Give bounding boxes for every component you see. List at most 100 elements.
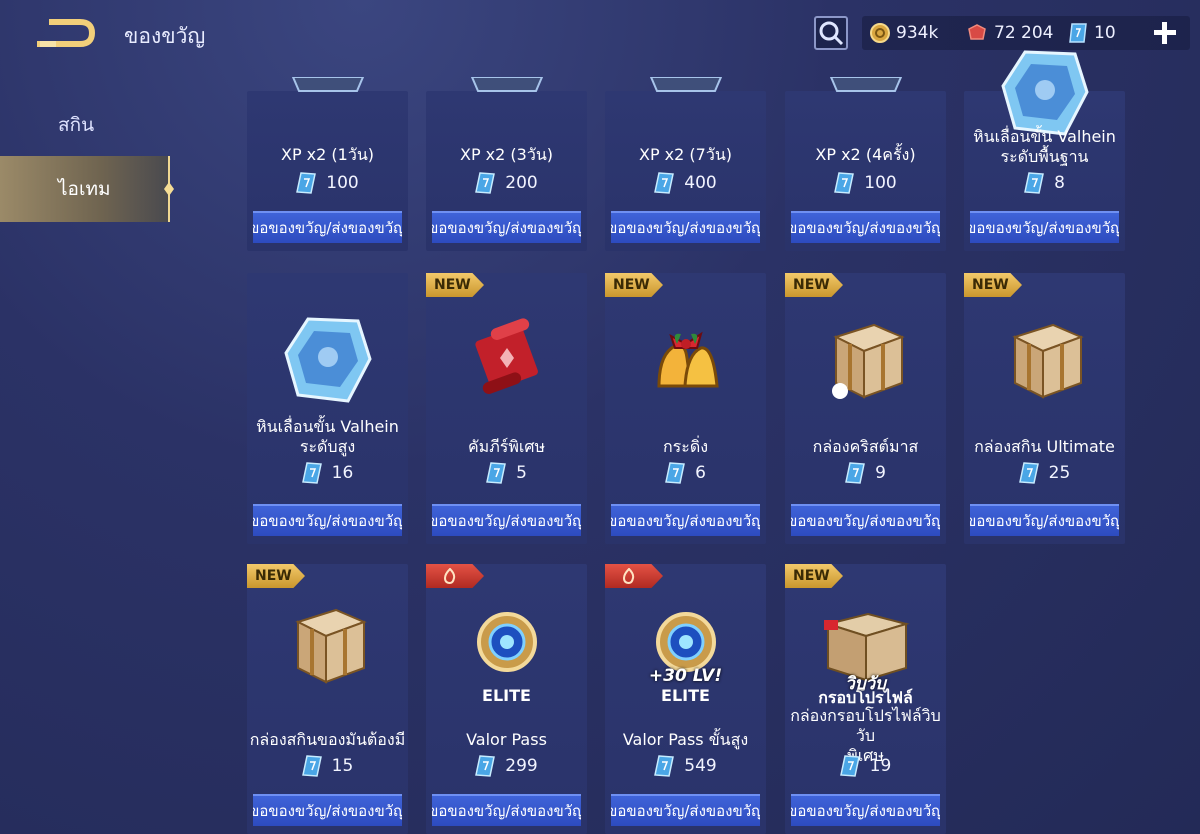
sidebar-item-items[interactable]: ไอเทม	[0, 156, 174, 222]
request-send-gift-button[interactable]: ขอของขวัญ/ส่งของขวัญ	[611, 794, 760, 826]
add-currency-button[interactable]	[1150, 18, 1180, 48]
back-button[interactable]	[36, 18, 96, 48]
item-price-value: 100	[864, 173, 897, 193]
ticket-icon	[486, 462, 506, 484]
scroll-icon	[474, 318, 538, 394]
ticket-icon	[1024, 172, 1044, 194]
item-name: XP x2 (1วัน)	[247, 145, 408, 165]
item-name-line-1: หินเลื่อนขั้น Valhein	[256, 417, 399, 436]
request-send-gift-button[interactable]: ขอของขวัญ/ส่งของขวัญ	[253, 794, 402, 826]
item-name: Valor Pass ขั้นสูง	[605, 730, 766, 750]
request-send-gift-button[interactable]: ขอของขวัญ/ส่งของขวัญ	[253, 211, 402, 243]
ticket-icon	[301, 462, 322, 484]
request-send-gift-button[interactable]: ขอของขวัญ/ส่งของขวัญ	[611, 504, 760, 536]
item-art	[247, 289, 408, 429]
item-card[interactable]: XP x2 (4ครั้ง) 100 ขอของขวัญ/ส่งของขวัญ	[785, 77, 946, 251]
coin-amount: 934k	[896, 23, 939, 43]
item-art	[247, 77, 408, 107]
red-voucher-icon	[968, 24, 986, 40]
item-price-value: 6	[695, 463, 706, 483]
new-badge: NEW	[785, 273, 843, 297]
item-price: 549	[605, 754, 766, 778]
new-badge: NEW	[605, 273, 663, 297]
item-name-line-2: ระดับสูง	[299, 437, 356, 456]
item-card[interactable]: กรอบโปรไฟล์ วิบวับ กล่องกรอบโปรไฟล์วิบวับพ…	[785, 564, 946, 834]
xp-card-art	[649, 77, 722, 92]
item-art	[785, 289, 946, 429]
new-badge: NEW	[785, 564, 843, 588]
page-title: ของขวัญ	[124, 24, 206, 48]
item-price-value: 5	[516, 463, 527, 483]
item-price-value: 9	[875, 463, 886, 483]
ticket-icon	[1018, 462, 1039, 484]
item-name: กล่องสกินของมันต้องมี	[247, 730, 408, 750]
item-art	[964, 289, 1125, 429]
item-art	[247, 574, 408, 714]
xp-card-art	[829, 77, 902, 92]
request-send-gift-button[interactable]: ขอของขวัญ/ส่งของขวัญ	[432, 794, 581, 826]
item-art-label: ELITE	[661, 686, 710, 705]
crystal-icon	[283, 317, 372, 403]
item-price-value: 8	[1054, 173, 1065, 193]
item-card[interactable]: ELITE +30 LV! Valor Pass ขั้นสูง 549 ขอของขว…	[605, 564, 766, 834]
item-name-line-2: ระดับพื้นฐาน	[1000, 147, 1089, 166]
valor-medal-icon	[476, 612, 537, 672]
item-name-line-1: หินเลื่อนขั้น Valhein	[973, 127, 1116, 146]
item-art-label-2: วิบวับ	[845, 674, 886, 694]
item-name: หินเลื่อนขั้น Valhein ระดับพื้นฐาน	[964, 127, 1125, 167]
new-badge: NEW	[426, 273, 484, 297]
item-card[interactable]: คัมภีร์พิเศษ 5 ขอของขวัญ/ส่งของขวัญ NEW	[426, 273, 587, 544]
item-card[interactable]: กระดิ่ง 6 ขอของขวัญ/ส่งของขวัญ NEW	[605, 273, 766, 544]
gift-box-icon	[831, 323, 905, 399]
ticket-icon	[665, 462, 685, 484]
item-card[interactable]: ELITE Valor Pass 299 ขอของขวัญ/ส่งของขวัญ	[426, 564, 587, 834]
ticket-icon	[475, 172, 496, 194]
ticket-icon	[654, 755, 675, 777]
sidebar-item-skins[interactable]: สกิน	[0, 92, 170, 158]
fire-icon	[622, 568, 635, 584]
item-card[interactable]: XP x2 (3วัน) 200 ขอของขวัญ/ส่งของขวัญ	[426, 77, 587, 251]
search-icon	[819, 21, 844, 46]
item-name-line-1: กระดิ่ง	[662, 437, 709, 456]
item-card[interactable]: กล่องคริสต์มาส 9 ขอของขวัญ/ส่งของขวัญ NEW	[785, 273, 946, 544]
ticket-balance: 10	[1068, 22, 1116, 44]
request-send-gift-button[interactable]: ขอของขวัญ/ส่งของขวัญ	[611, 211, 760, 243]
ticket-icon	[834, 172, 855, 194]
item-card[interactable]: หินเลื่อนขั้น Valhein ระดับพื้นฐาน 8 ขอของข…	[964, 50, 1125, 251]
item-art	[426, 289, 587, 429]
item-name: XP x2 (7วัน)	[605, 145, 766, 165]
item-price: 200	[426, 171, 587, 195]
item-art	[964, 50, 1125, 136]
item-card[interactable]: XP x2 (1วัน) 100 ขอของขวัญ/ส่งของขวัญ	[247, 77, 408, 251]
item-price: 100	[247, 171, 408, 195]
request-send-gift-button[interactable]: ขอของขวัญ/ส่งของขวัญ	[791, 504, 940, 536]
item-name: คัมภีร์พิเศษ	[426, 437, 587, 457]
fire-icon	[443, 568, 456, 584]
request-send-gift-button[interactable]: ขอของขวัญ/ส่งของขวัญ	[970, 504, 1119, 536]
item-price: 15	[247, 754, 408, 778]
request-send-gift-button[interactable]: ขอของขวัญ/ส่งของขวัญ	[970, 211, 1119, 243]
request-send-gift-button[interactable]: ขอของขวัญ/ส่งของขวัญ	[791, 211, 940, 243]
voucher-amount: 72 204	[994, 23, 1054, 43]
voucher-balance: 72 204	[966, 22, 1053, 44]
search-button[interactable]	[814, 16, 848, 50]
item-price-value: 200	[505, 173, 538, 193]
ticket-icon	[839, 755, 860, 777]
item-card[interactable]: XP x2 (7วัน) 400 ขอของขวัญ/ส่งของขวัญ	[605, 77, 766, 251]
item-price-value: 16	[331, 463, 354, 483]
coin-balance: 934k	[870, 22, 938, 44]
request-send-gift-button[interactable]: ขอของขวัญ/ส่งของขวัญ	[432, 211, 581, 243]
item-price-value: 400	[684, 173, 717, 193]
item-name: XP x2 (4ครั้ง)	[785, 145, 946, 165]
item-card[interactable]: กล่องสกินของมันต้องมี 15 ขอของขวัญ/ส่งของข…	[247, 564, 408, 834]
request-send-gift-button[interactable]: ขอของขวัญ/ส่งของขวัญ	[791, 794, 940, 826]
sidebar-item-label: ไอเทม	[58, 178, 111, 200]
request-send-gift-button[interactable]: ขอของขวัญ/ส่งของขวัญ	[253, 504, 402, 536]
item-card[interactable]: กล่องสกิน Ultimate 25 ขอของขวัญ/ส่งของขวัญ…	[964, 273, 1125, 544]
request-send-gift-button[interactable]: ขอของขวัญ/ส่งของขวัญ	[432, 504, 581, 536]
item-card[interactable]: หินเลื่อนขั้น Valhein ระดับสูง 16 ขอของขวัญ…	[247, 273, 408, 544]
item-name-line-1: Valor Pass ขั้นสูง	[622, 730, 749, 749]
ticket-icon	[845, 462, 865, 484]
ticket-icon	[475, 755, 496, 777]
item-name-line-1: XP x2 (3วัน)	[459, 145, 553, 164]
